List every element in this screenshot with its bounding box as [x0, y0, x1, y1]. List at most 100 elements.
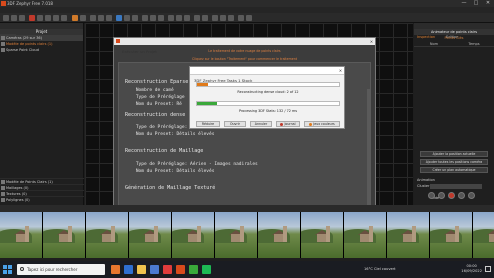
- camera-icon[interactable]: [90, 15, 96, 21]
- point-cloud-icon: [1, 48, 5, 52]
- camera-thumbnail[interactable]: [301, 212, 343, 258]
- lasso-icon[interactable]: [37, 15, 43, 21]
- taskbar-clock[interactable]: 00:00 16/09/2022: [461, 264, 482, 274]
- add-current-position-button[interactable]: Ajouter la position actuelle: [420, 151, 488, 157]
- camera-thumbnail[interactable]: [344, 212, 386, 258]
- camera-thumbnail[interactable]: [86, 212, 128, 258]
- taskbar-search-input[interactable]: Tapez ici pour rechercher: [17, 264, 105, 275]
- reduce-button[interactable]: Réduire: [196, 121, 220, 127]
- open-project-icon[interactable]: [11, 15, 17, 21]
- ruler-icon[interactable]: [124, 15, 130, 21]
- progress-dialog-titlebar: 3DF Zephyr Free Tasks 1 Stock ✕: [190, 67, 344, 83]
- app-taskbar-icon[interactable]: [189, 265, 198, 274]
- log-button[interactable]: Journal: [276, 121, 300, 127]
- summary-line: Reconstruction dense: [125, 112, 186, 118]
- next-frame-icon[interactable]: [468, 192, 475, 199]
- main-progress-fill: [197, 83, 209, 86]
- prev-frame-icon[interactable]: [438, 192, 445, 199]
- task-view-icon[interactable]: [124, 265, 133, 274]
- browser-icon[interactable]: [150, 265, 159, 274]
- zephyr-taskbar-icon[interactable]: [176, 265, 185, 274]
- top-view-icon[interactable]: [168, 15, 174, 21]
- camera-thumbnail[interactable]: [129, 212, 171, 258]
- animation-label: Animation: [417, 178, 435, 182]
- close-button[interactable]: ✕: [482, 0, 494, 7]
- screenshot-icon[interactable]: [238, 15, 244, 21]
- open-button[interactable]: Ouvrir: [224, 121, 246, 127]
- camera-thumbnail[interactable]: [215, 212, 257, 258]
- camera-thumbnail-strip[interactable]: [0, 212, 494, 258]
- colors-dot-icon: [309, 122, 313, 126]
- camera-thumbnail[interactable]: [430, 212, 472, 258]
- camera-thumbnail[interactable]: [172, 212, 214, 258]
- front-view-icon[interactable]: [176, 15, 182, 21]
- category-polylines[interactable]: Polylignes (0): [0, 196, 84, 202]
- grid-icon[interactable]: [98, 15, 104, 21]
- spotify-icon[interactable]: [202, 265, 211, 274]
- colors-button[interactable]: Jeux couleurs: [304, 121, 340, 127]
- search-icon: [20, 267, 24, 271]
- measure-icon[interactable]: [116, 15, 122, 21]
- select-icon[interactable]: [29, 15, 35, 21]
- first-frame-icon[interactable]: [428, 192, 435, 199]
- summary-line: Reconstruction de Maillage: [125, 148, 204, 154]
- cortana-icon[interactable]: [111, 265, 120, 274]
- dialog-close-button[interactable]: ✕: [370, 38, 373, 45]
- project-panel: Projet Navigateur Projet Caméras (29 sur…: [0, 23, 84, 205]
- mail-icon[interactable]: [163, 265, 172, 274]
- main-toolbar: [0, 13, 494, 23]
- camera-thumbnail[interactable]: [0, 212, 42, 258]
- move-icon[interactable]: [45, 15, 51, 21]
- create-auto-plan-button[interactable]: Créer un plan automatique: [420, 167, 488, 173]
- zoom-icon[interactable]: [194, 15, 200, 21]
- play-icon[interactable]: [458, 192, 465, 199]
- video-icon[interactable]: [246, 15, 252, 21]
- camera-thumbnail[interactable]: [387, 212, 429, 258]
- texture-icon[interactable]: [228, 15, 234, 21]
- shading-icon[interactable]: [220, 15, 226, 21]
- tree-item-label: Modèle de points clairs (1): [6, 42, 53, 46]
- side-view-icon[interactable]: [184, 15, 190, 21]
- rotate-icon[interactable]: [53, 15, 59, 21]
- column-name: Nom: [429, 42, 439, 46]
- summary-line: Type de Préréglage: [125, 95, 185, 100]
- pan-icon[interactable]: [202, 15, 208, 21]
- maximize-button[interactable]: □: [470, 0, 482, 7]
- summary-line: Nom du Preset: Détails élevés: [125, 169, 215, 174]
- clip-icon[interactable]: [142, 15, 148, 21]
- notification-icon[interactable]: [485, 266, 491, 272]
- summary-line: Reconstruction Eparse: [125, 79, 189, 85]
- mesh-icon[interactable]: [80, 15, 86, 21]
- box-icon[interactable]: [150, 15, 156, 21]
- search-placeholder: Tapez ici pour rechercher: [27, 267, 78, 272]
- file-explorer-icon[interactable]: [137, 265, 146, 274]
- weather-widget[interactable]: 16°C Ciel couvert: [364, 261, 396, 278]
- camera-thumbnail[interactable]: [258, 212, 300, 258]
- tree-item-sparse-cloud[interactable]: Sparse Point Cloud: [0, 47, 83, 53]
- axis-icon[interactable]: [106, 15, 112, 21]
- save-project-icon[interactable]: [19, 15, 25, 21]
- cluster-select[interactable]: Vide: [430, 184, 482, 200]
- dialog-notice-2: Cliquez sur le bouton "Traitement" pour …: [192, 57, 297, 61]
- app-logo-icon: [116, 39, 120, 43]
- polyline-icon: [1, 198, 5, 202]
- sphere-icon[interactable]: [158, 15, 164, 21]
- camera-thumbnail[interactable]: [43, 212, 85, 258]
- point-cloud-icon[interactable]: [72, 15, 78, 21]
- record-icon[interactable]: [448, 192, 455, 199]
- scale-icon[interactable]: [61, 15, 67, 21]
- tree-item-label: Sparse Point Cloud: [6, 48, 39, 52]
- progress-close-button[interactable]: ✕: [339, 67, 342, 75]
- minimize-button[interactable]: —: [458, 0, 470, 7]
- colors-button-label: Jeux couleurs: [313, 122, 335, 126]
- area-icon[interactable]: [132, 15, 138, 21]
- abort-button[interactable]: Annuler: [250, 121, 272, 127]
- light-icon[interactable]: [212, 15, 218, 21]
- windows-start-icon[interactable]: [3, 265, 12, 274]
- app-title: 3DF Zephyr Free 7.018: [7, 1, 53, 6]
- add-all-camera-positions-button[interactable]: Ajouter toutes les positions caméra: [420, 159, 488, 165]
- run-project-dialog-titlebar: Exécuter un Projet ✕: [114, 38, 375, 54]
- new-project-icon[interactable]: [3, 15, 9, 21]
- summary-scrollbar[interactable]: [367, 89, 370, 209]
- camera-thumbnail[interactable]: [473, 212, 494, 258]
